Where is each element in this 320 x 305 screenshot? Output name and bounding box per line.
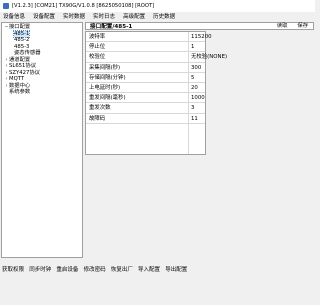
menu-realtime-data[interactable]: 实时数据 <box>59 13 89 22</box>
property-label: 停止位 <box>89 44 106 51</box>
save-button[interactable]: 保存 <box>292 23 313 30</box>
menu-realtime-log[interactable]: 实时日志 <box>89 13 119 22</box>
property-label: 重发间隔(毫秒) <box>89 95 126 102</box>
change-password-button[interactable]: 修改密码 <box>81 265 108 275</box>
property-value[interactable]: 1 <box>191 42 194 52</box>
property-value[interactable]: 无校验(NONE) <box>191 52 227 62</box>
menu-device-info[interactable]: 设备信息 <box>0 13 29 22</box>
config-tree: − 接口配置 485-1 485-2 485-3 姿态传感器 › 通道配置 › … <box>1 22 83 258</box>
panel-header: 接口配置/485-1 读取 保存 <box>85 22 314 30</box>
property-label: 重发次数 <box>89 105 111 112</box>
export-config-button[interactable]: 导出配置 <box>163 265 190 275</box>
menu-device-config[interactable]: 设备配置 <box>29 13 59 22</box>
menu-bar: 设备信息 设备配置 实时数据 实时日志 高级配置 历史数据 <box>0 13 315 22</box>
property-row-retry-interval[interactable]: 重发间隔(毫秒) 1000 <box>86 93 205 104</box>
property-label: 采集间隔(秒) <box>89 64 121 71</box>
property-row-retry-count[interactable]: 重发次数 3 <box>86 103 205 114</box>
property-value[interactable]: 5 <box>191 73 194 83</box>
property-row-baud-rate[interactable]: 波特率 115200 <box>86 32 212 43</box>
property-row-store-interval[interactable]: 存储间隔(分钟) 5 <box>86 73 205 83</box>
property-label: 故障码 <box>89 115 106 122</box>
restart-device-button[interactable]: 重启设备 <box>54 265 81 275</box>
tree-item-label: 系统参数 <box>9 89 31 95</box>
property-label: 上电延时(秒) <box>89 85 121 91</box>
read-button[interactable]: 读取 <box>272 23 293 30</box>
title-bar: [V1.2.3] [COM21] TX90G/V1.0.8 [862505010… <box>0 0 315 12</box>
property-label: 校验位 <box>89 54 106 61</box>
property-value[interactable]: 11 <box>191 114 198 124</box>
property-label: 存储间隔(分钟) <box>89 74 126 81</box>
factory-reset-button[interactable]: 恢复出厂 <box>108 265 135 275</box>
property-row-fault-code[interactable]: 故障码 11 <box>86 114 205 124</box>
property-value[interactable]: 115200 <box>191 32 212 42</box>
tree-item-system-params[interactable]: 系统参数 <box>9 89 30 96</box>
window-title: [V1.2.3] [COM21] TX90G/V1.0.8 [862505010… <box>12 3 155 9</box>
property-value[interactable]: 20 <box>191 83 198 93</box>
menu-advanced-config[interactable]: 高级配置 <box>119 13 149 22</box>
property-value[interactable]: 3 <box>191 103 194 113</box>
import-config-button[interactable]: 导入配置 <box>135 265 162 275</box>
property-value[interactable]: 300 <box>191 63 201 73</box>
menu-history-data[interactable]: 历史数据 <box>149 13 179 22</box>
app-icon <box>3 3 9 9</box>
get-permission-button[interactable]: 获取权限 <box>0 265 27 275</box>
property-label: 波特率 <box>89 34 106 40</box>
property-row-power-on-delay[interactable]: 上电延时(秒) 20 <box>86 83 205 94</box>
sync-clock-button[interactable]: 同步时钟 <box>27 265 54 275</box>
bottom-toolbar: 获取权限 同步时钟 重启设备 修改密码 恢复出厂 导入配置 导出配置 <box>0 265 315 275</box>
property-value[interactable]: 1000 <box>191 93 205 103</box>
property-row-collect-interval[interactable]: 采集间隔(秒) 300 <box>86 63 205 73</box>
property-row-stop-bits[interactable]: 停止位 1 <box>86 42 205 53</box>
property-row-parity[interactable]: 校验位 无校验(NONE) <box>86 52 227 63</box>
panel-title: 接口配置/485-1 <box>90 24 133 30</box>
property-grid: 波特率 115200 停止位 1 校验位 无校验(NONE) 采集间隔(秒) 3… <box>85 31 227 155</box>
